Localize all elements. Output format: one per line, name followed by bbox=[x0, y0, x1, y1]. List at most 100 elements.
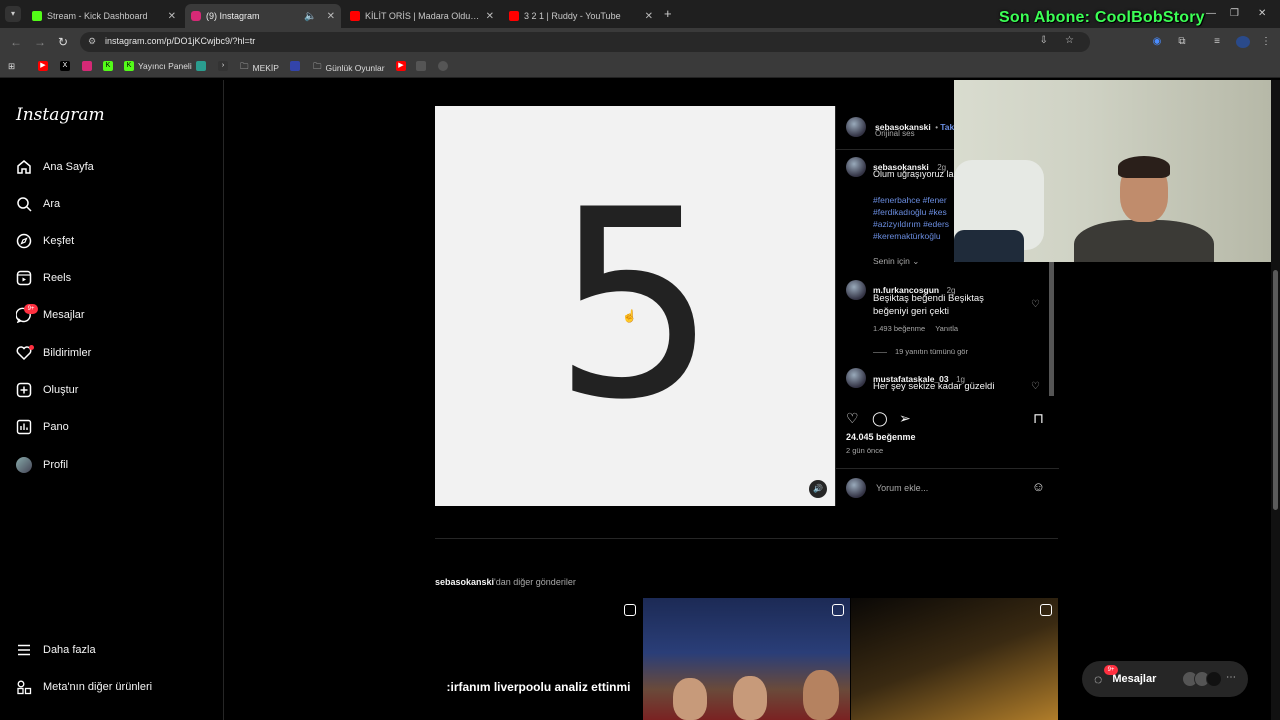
comment-input[interactable]: Yorum ekle... bbox=[876, 483, 928, 493]
more-post-thumb[interactable] bbox=[851, 598, 1058, 720]
hamburger-icon bbox=[15, 641, 33, 659]
comments-scrollbar[interactable] bbox=[1049, 256, 1054, 396]
bookmark-arrow[interactable]: › bbox=[218, 61, 232, 71]
site-info-icon[interactable]: ⚙ bbox=[88, 36, 96, 47]
sidebar-item-label: Oluştur bbox=[43, 384, 79, 396]
bookmark-folder-mekip[interactable]: 🗀 MEKİP bbox=[240, 61, 279, 75]
more-posts-heading: sebasokanski'dan diğer gönderiler bbox=[435, 577, 576, 587]
mute-icon[interactable]: 🔊 bbox=[809, 480, 827, 498]
sidebar-item-dashboard[interactable]: Pano bbox=[15, 415, 69, 439]
sidebar-item-notifications[interactable]: Bildirimler bbox=[15, 341, 91, 365]
more-options-icon[interactable]: ⋯ bbox=[1226, 672, 1236, 683]
tab-list-button[interactable]: ▾ bbox=[5, 6, 21, 22]
tab-youtube-kilit[interactable]: KİLİT ORİS | Madara Olduk #57 ✕ bbox=[344, 4, 500, 28]
notification-badge: 9+ bbox=[24, 304, 38, 314]
tab-kick-dashboard[interactable]: Stream - Kick Dashboard ✕ bbox=[26, 4, 182, 28]
bookmark-instagram[interactable] bbox=[82, 61, 96, 71]
close-icon[interactable]: ✕ bbox=[486, 11, 494, 22]
bookmark-app[interactable] bbox=[196, 61, 210, 71]
like-heart-icon[interactable]: ♡ bbox=[846, 410, 859, 427]
share-send-icon[interactable]: ➢ bbox=[899, 410, 911, 427]
replies-line bbox=[873, 351, 887, 353]
audio-label[interactable]: Orijinal ses bbox=[875, 129, 915, 138]
sidebar-item-reels[interactable]: Reels bbox=[15, 266, 71, 290]
comment-bubble-icon[interactable]: ◯ bbox=[872, 410, 888, 427]
avatar[interactable] bbox=[846, 157, 866, 177]
speaker-icon[interactable]: 🔈 bbox=[304, 11, 316, 22]
more-post-thumb[interactable]: :irfanım liverpoolu analiz ettinmi bbox=[435, 598, 642, 720]
bookmark-image[interactable] bbox=[416, 61, 430, 71]
instagram-favicon-icon bbox=[191, 11, 201, 21]
emoji-icon[interactable]: ☺ bbox=[1032, 479, 1045, 494]
back-icon[interactable]: ← bbox=[10, 35, 22, 49]
hashtag-line[interactable]: #fenerbahce #fener bbox=[873, 194, 949, 206]
close-icon[interactable]: ✕ bbox=[168, 11, 176, 22]
extension-icon[interactable]: ◉ bbox=[1151, 36, 1163, 48]
menu-kebab-icon[interactable]: ⋮ bbox=[1260, 36, 1272, 48]
hashtag-line[interactable]: #ferdikadıoğlu #kes bbox=[873, 206, 949, 218]
more-posts-user[interactable]: sebasokanski bbox=[435, 577, 494, 587]
bookmark-youtube[interactable]: ▶ bbox=[38, 61, 52, 71]
avatar[interactable] bbox=[846, 368, 866, 388]
bookmark-yayinci-paneli[interactable]: K Yayıncı Paneli bbox=[124, 61, 192, 71]
scrollbar-thumb[interactable] bbox=[1273, 270, 1278, 510]
avatar[interactable] bbox=[846, 117, 866, 137]
comment-like-heart-icon[interactable]: ♡ bbox=[1031, 381, 1040, 392]
tab-instagram[interactable]: (9) Instagram 🔈 ✕ bbox=[185, 4, 341, 28]
sidebar-item-create[interactable]: Oluştur bbox=[15, 378, 78, 402]
address-bar[interactable]: ⚙ instagram.com/p/DO1jKCwjbc9/?hl=tr ⇩ ☆ bbox=[80, 32, 1090, 52]
sidebar-item-explore[interactable]: Keşfet bbox=[15, 229, 74, 253]
close-icon[interactable]: ✕ bbox=[645, 11, 653, 22]
more-post-thumb[interactable] bbox=[643, 598, 850, 720]
hashtag-line[interactable]: #keremaktürkoğlu bbox=[873, 230, 949, 242]
bookmark-app2[interactable] bbox=[290, 61, 304, 71]
view-replies-button[interactable]: 19 yanıtın tümünü gör bbox=[873, 347, 968, 356]
tab-youtube-ruddy[interactable]: 3 2 1 | Ruddy - YouTube ✕ bbox=[503, 4, 659, 28]
new-tab-button[interactable]: + bbox=[664, 6, 672, 21]
puzzle-extensions-icon[interactable]: ⧉ bbox=[1176, 36, 1188, 48]
sidebar-item-label: Keşfet bbox=[43, 235, 75, 247]
comment-like-heart-icon[interactable]: ♡ bbox=[1031, 299, 1040, 310]
save-bookmark-icon[interactable]: ⊓ bbox=[1033, 410, 1044, 427]
folder-icon: 🗀 bbox=[240, 61, 249, 71]
post-media-video[interactable]: 5 🔊 bbox=[435, 106, 835, 506]
apps-grid-icon[interactable]: ⊞ bbox=[8, 61, 15, 72]
app-icon bbox=[196, 61, 206, 71]
close-icon[interactable]: ✕ bbox=[327, 11, 335, 22]
avatar[interactable] bbox=[846, 280, 866, 300]
forward-icon[interactable]: → bbox=[34, 35, 46, 49]
reel-icon bbox=[832, 604, 844, 616]
url-text[interactable]: instagram.com/p/DO1jKCwjbc9/?hl=tr bbox=[105, 36, 255, 46]
sidebar-item-meta[interactable]: Meta'nın diğer ürünleri bbox=[15, 675, 152, 699]
window-close-icon[interactable]: ✕ bbox=[1258, 8, 1266, 19]
reload-icon[interactable]: ↻ bbox=[58, 35, 68, 49]
media-control-icon[interactable]: ≡ bbox=[1211, 36, 1223, 48]
avatar-icon bbox=[15, 456, 33, 474]
maximize-icon[interactable]: ❐ bbox=[1230, 8, 1239, 19]
minimize-icon[interactable]: — bbox=[1206, 8, 1216, 19]
sidebar-item-more[interactable]: Daha fazla bbox=[15, 638, 96, 662]
sidebar-item-search[interactable]: Ara bbox=[15, 192, 60, 216]
install-app-icon[interactable]: ⇩ bbox=[1040, 35, 1048, 46]
sidebar-item-profile[interactable]: Profil bbox=[15, 453, 68, 477]
bookmark-folder-gunluk-oyunlar[interactable]: 🗀 Günlük Oyunlar bbox=[313, 61, 385, 75]
bookmark-kick[interactable]: K bbox=[103, 61, 117, 71]
sidebar-item-label: Meta'nın diğer ürünleri bbox=[43, 681, 153, 693]
reply-button[interactable]: Yanıtla bbox=[935, 324, 958, 333]
follow-button[interactable]: Tak bbox=[940, 122, 954, 132]
like-count[interactable]: 24.045 beğenme bbox=[846, 432, 916, 442]
instagram-logo[interactable]: Instagram bbox=[16, 105, 105, 125]
messages-floating-button[interactable]: ◌ 9+ Mesajlar ⋯ bbox=[1082, 661, 1248, 697]
hashtag-line[interactable]: #azizyıldırım #eders bbox=[873, 218, 949, 230]
bookmark-youtube2[interactable]: ▶ bbox=[396, 61, 410, 71]
profile-avatar-icon[interactable] bbox=[1236, 36, 1250, 48]
sidebar-item-home[interactable]: Ana Sayfa bbox=[15, 155, 94, 179]
stream-overlay-last-subscriber: Son Abone: CoolBobStory bbox=[999, 9, 1205, 26]
bookmark-star-icon[interactable]: ☆ bbox=[1065, 35, 1074, 46]
for-you-toggle[interactable]: Senin için ⌄ bbox=[873, 256, 919, 267]
browser-tab-bar: ▾ Stream - Kick Dashboard ✕ (9) Instagra… bbox=[0, 0, 1280, 28]
sidebar-item-messages[interactable]: 9+ Mesajlar bbox=[15, 303, 85, 327]
bookmark-globe[interactable] bbox=[438, 61, 452, 71]
page-scrollbar[interactable] bbox=[1271, 80, 1280, 720]
bookmark-x[interactable]: X bbox=[60, 61, 74, 71]
